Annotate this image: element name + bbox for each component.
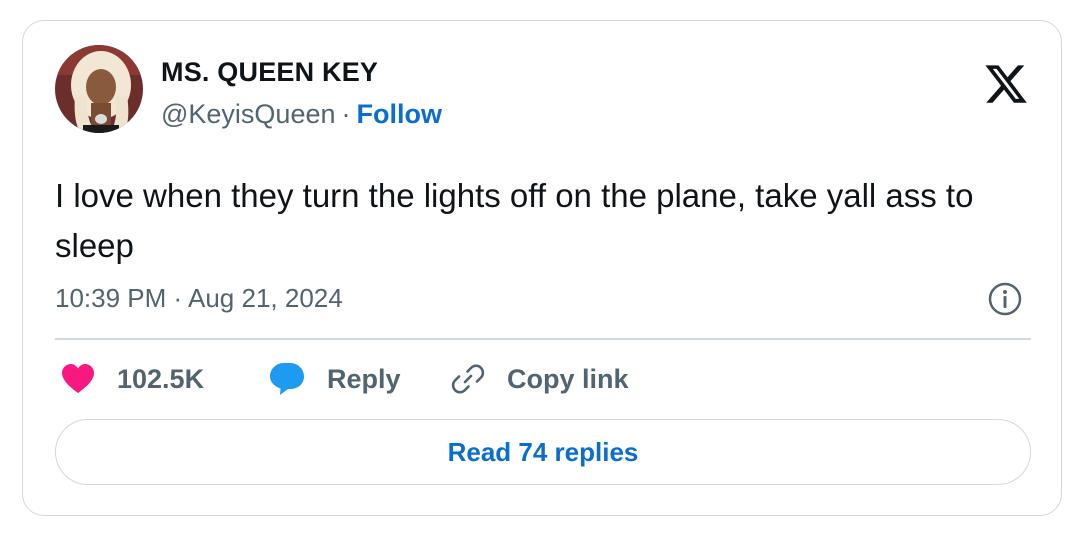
tweet-date: Aug 21, 2024: [188, 283, 343, 313]
like-button[interactable]: 102.5K: [61, 357, 204, 401]
copy-link-label: Copy link: [507, 363, 629, 394]
link-icon: [451, 362, 485, 396]
author-handle[interactable]: @KeyisQueen: [161, 99, 336, 129]
avatar[interactable]: [55, 45, 143, 133]
read-replies-label: Read 74 replies: [447, 436, 639, 467]
tweet-timestamp[interactable]: 10:39 PM · Aug 21, 2024: [55, 283, 343, 314]
handle-separator: ·: [341, 99, 351, 129]
divider: [55, 338, 1031, 340]
heart-icon: [61, 363, 95, 395]
like-count: 102.5K: [117, 363, 205, 394]
speech-bubble-icon: [269, 362, 305, 396]
tweet-text: I love when they turn the lights off on …: [55, 177, 974, 264]
reply-label: Reply: [327, 363, 401, 394]
tweet-card: MS. QUEEN KEY @KeyisQueen · Follow I love …: [22, 20, 1062, 516]
timestamp-separator: ·: [173, 283, 183, 313]
read-replies-button[interactable]: Read 74 replies: [55, 419, 1031, 485]
author-handle-row: @KeyisQueen · Follow: [161, 99, 442, 130]
reply-button[interactable]: Reply: [269, 357, 401, 401]
tweet-time: 10:39 PM: [55, 283, 167, 313]
author-name[interactable]: MS. QUEEN KEY: [161, 57, 378, 88]
avatar-image: [55, 45, 143, 133]
follow-button[interactable]: Follow: [357, 99, 442, 129]
x-logo-icon[interactable]: [983, 61, 1029, 107]
copy-link-button[interactable]: Copy link: [451, 357, 629, 401]
info-icon[interactable]: [987, 281, 1023, 317]
